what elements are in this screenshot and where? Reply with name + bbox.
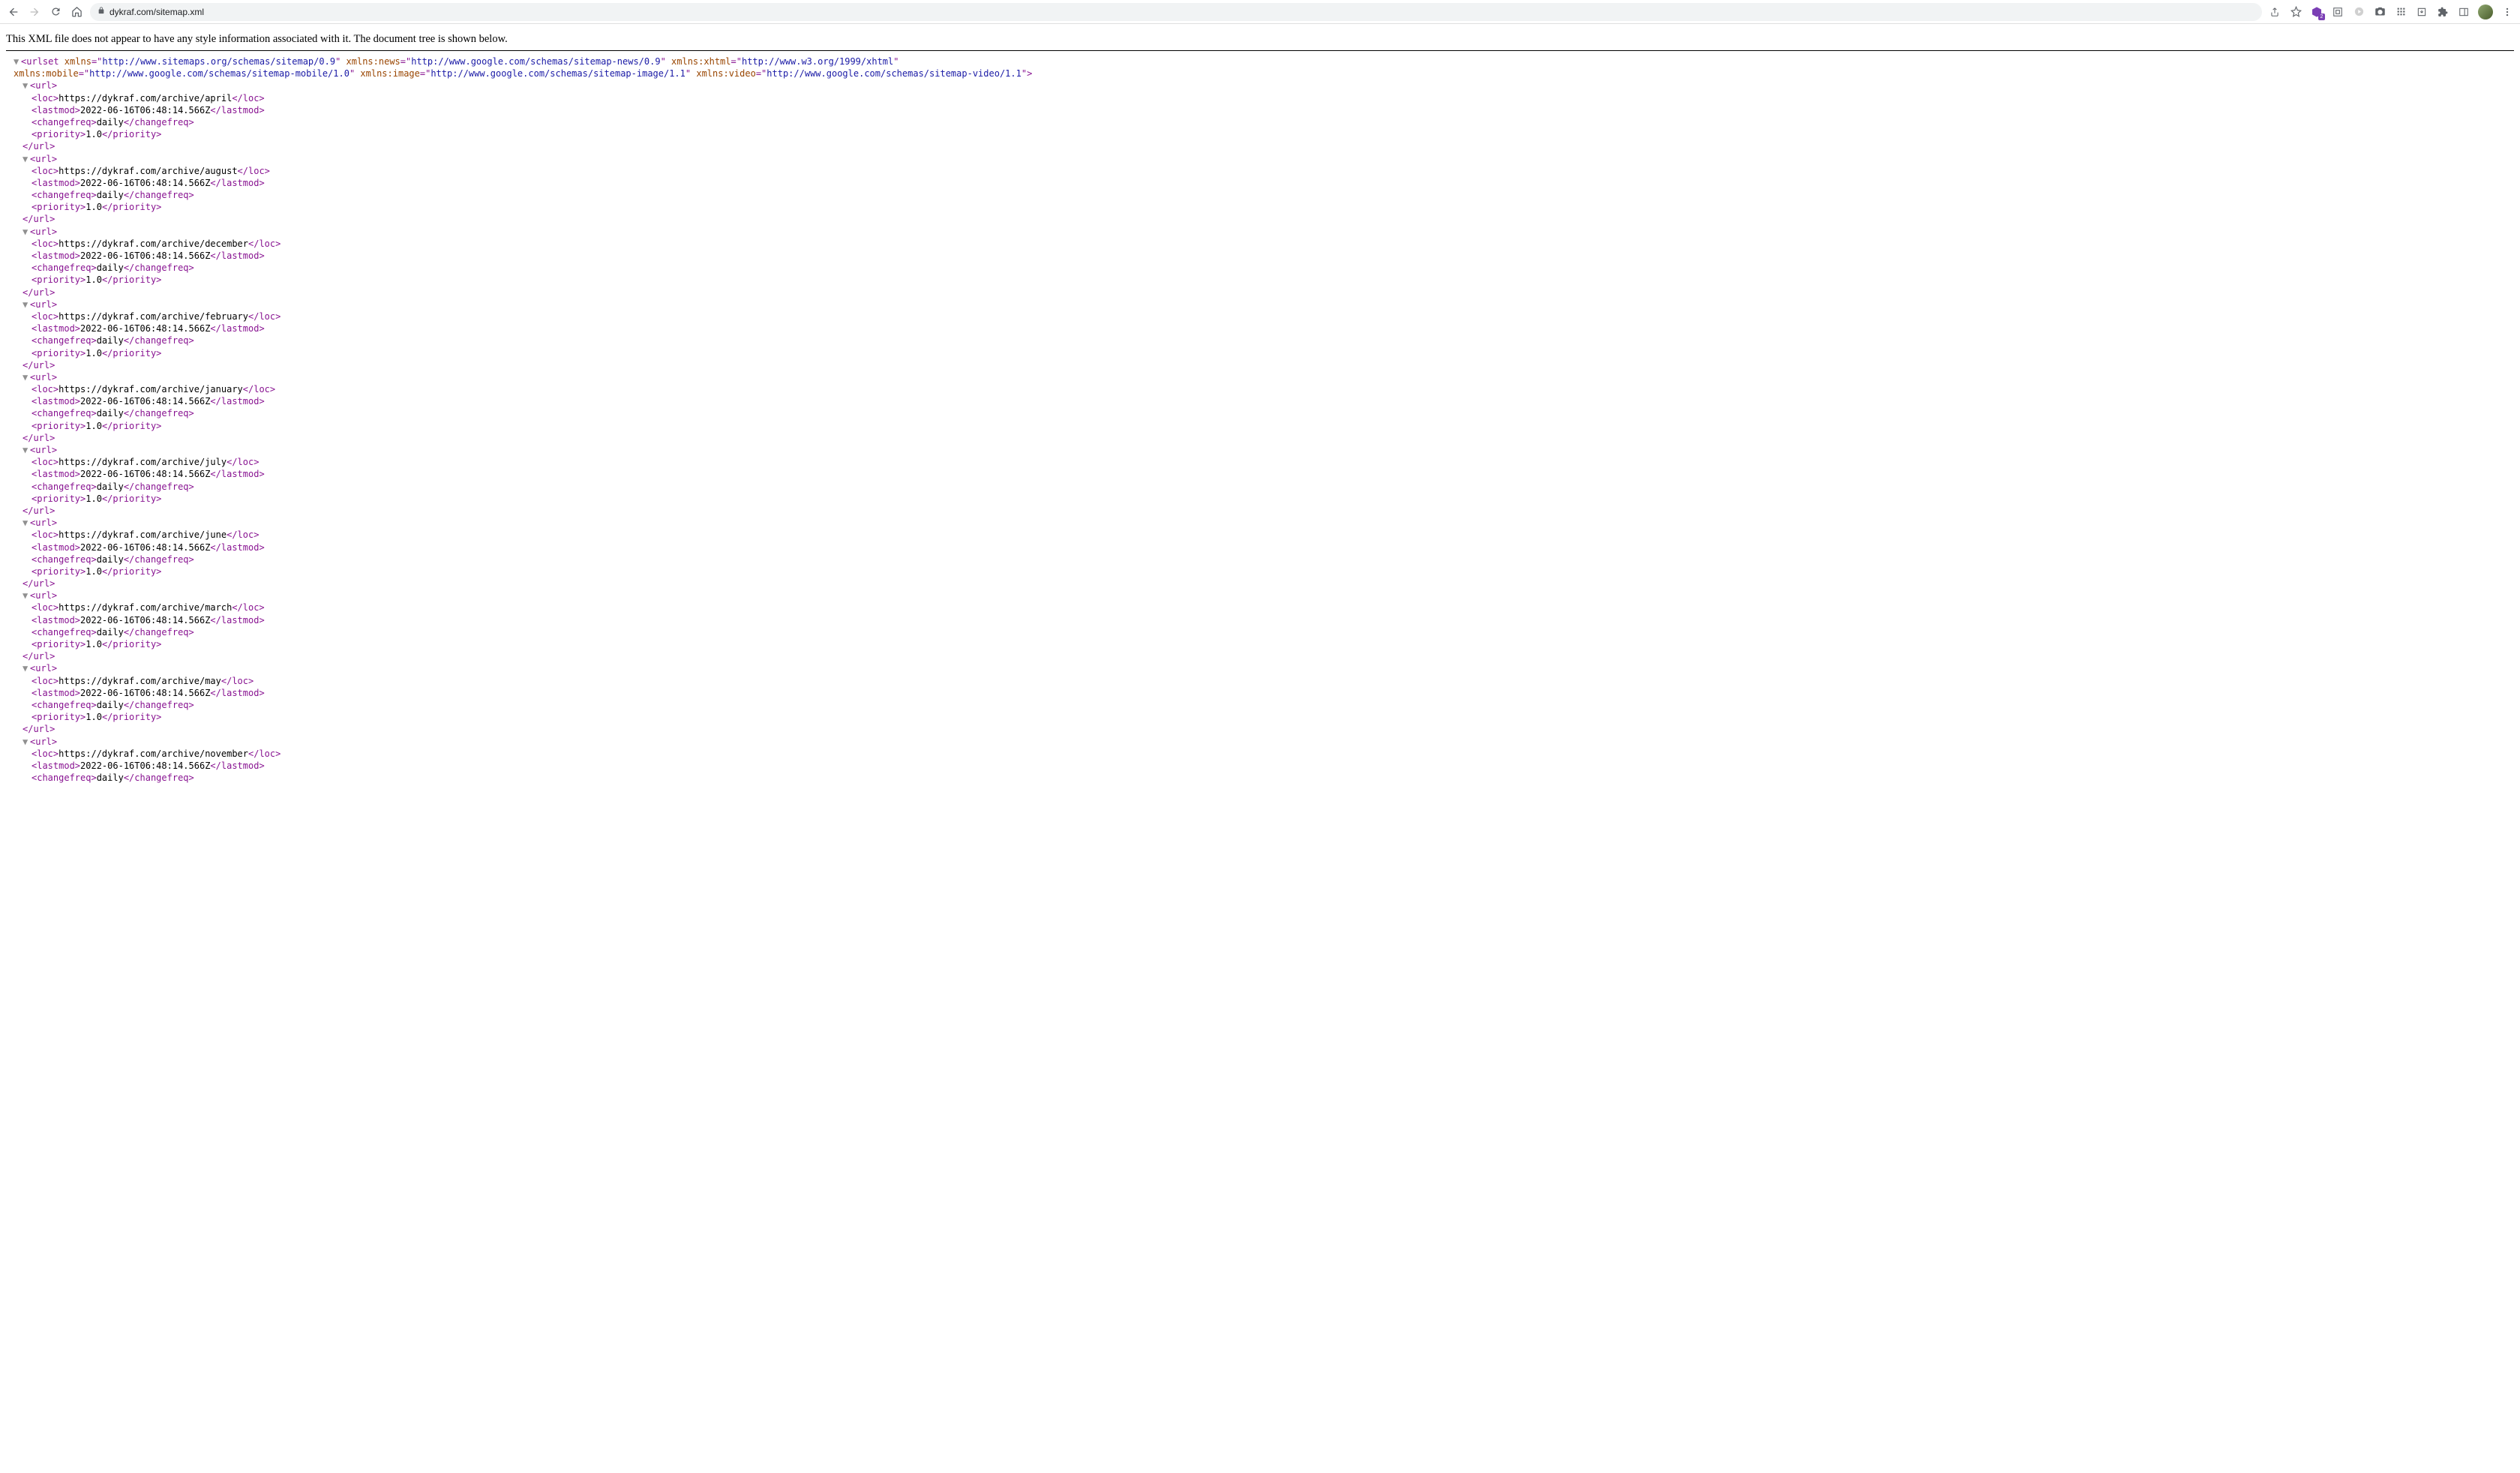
url-loc: https://dykraf.com/archive/july — [58, 457, 226, 467]
collapse-caret[interactable]: ▼ — [22, 226, 30, 238]
url-priority: 1.0 — [86, 712, 102, 722]
url-changefreq: daily — [97, 262, 124, 273]
url-lastmod: 2022-06-16T06:48:14.566Z — [80, 542, 210, 553]
profile-avatar[interactable] — [2478, 4, 2493, 20]
camera-icon[interactable] — [2373, 5, 2386, 19]
url-priority: 1.0 — [86, 348, 102, 358]
home-button[interactable] — [69, 4, 84, 20]
url-loc: https://dykraf.com/archive/april — [58, 93, 232, 104]
url-lastmod: 2022-06-16T06:48:14.566Z — [80, 396, 210, 406]
collapse-caret[interactable]: ▼ — [22, 153, 30, 165]
url-changefreq: daily — [97, 700, 124, 710]
url-changefreq: daily — [97, 335, 124, 346]
url-priority: 1.0 — [86, 274, 102, 285]
page-content: This XML file does not appear to have an… — [0, 24, 2520, 790]
extensions-icon[interactable] — [2436, 5, 2450, 19]
menu-icon[interactable] — [2500, 5, 2514, 19]
url-priority: 1.0 — [86, 566, 102, 577]
collapse-caret[interactable]: ▼ — [14, 56, 21, 68]
bookmark-star-icon[interactable] — [2289, 5, 2302, 19]
collapse-caret[interactable]: ▼ — [22, 80, 30, 92]
back-button[interactable] — [6, 4, 21, 20]
url-loc: https://dykraf.com/archive/december — [58, 238, 248, 249]
url-loc: https://dykraf.com/archive/november — [58, 748, 248, 759]
install-icon[interactable] — [2415, 5, 2428, 19]
reload-button[interactable] — [48, 4, 63, 20]
url-lastmod: 2022-06-16T06:48:14.566Z — [80, 105, 210, 116]
url-changefreq: daily — [97, 554, 124, 565]
url-priority: 1.0 — [86, 421, 102, 431]
extension-circle-icon[interactable] — [2352, 5, 2366, 19]
url-lastmod: 2022-06-16T06:48:14.566Z — [80, 250, 210, 261]
url-priority: 1.0 — [86, 639, 102, 650]
url-loc: https://dykraf.com/archive/march — [58, 602, 232, 613]
url-priority: 1.0 — [86, 202, 102, 212]
url-lastmod: 2022-06-16T06:48:14.566Z — [80, 760, 210, 771]
extension-box-icon[interactable] — [2331, 5, 2344, 19]
url-loc: https://dykraf.com/archive/january — [58, 384, 243, 394]
grid-icon[interactable] — [2394, 5, 2408, 19]
collapse-caret[interactable]: ▼ — [22, 662, 30, 674]
xml-tree: ▼<urlset xmlns="http://www.sitemaps.org/… — [6, 56, 2514, 784]
url-loc: https://dykraf.com/archive/august — [58, 166, 237, 176]
url-changefreq: daily — [97, 408, 124, 418]
toolbar-right: 2 — [2268, 4, 2514, 20]
url-loc: https://dykraf.com/archive/may — [58, 676, 221, 686]
lock-icon — [98, 6, 105, 17]
url-lastmod: 2022-06-16T06:48:14.566Z — [80, 178, 210, 188]
url-changefreq: daily — [97, 627, 124, 638]
collapse-caret[interactable]: ▼ — [22, 517, 30, 529]
url-priority: 1.0 — [86, 494, 102, 504]
browser-toolbar: dykraf.com/sitemap.xml 2 — [0, 0, 2520, 24]
url-lastmod: 2022-06-16T06:48:14.566Z — [80, 615, 210, 626]
url-changefreq: daily — [97, 482, 124, 492]
separator — [6, 50, 2514, 51]
url-changefreq: daily — [97, 772, 124, 783]
xml-style-message: This XML file does not appear to have an… — [6, 30, 2514, 50]
url-lastmod: 2022-06-16T06:48:14.566Z — [80, 469, 210, 479]
collapse-caret[interactable]: ▼ — [22, 371, 30, 383]
url-lastmod: 2022-06-16T06:48:14.566Z — [80, 688, 210, 698]
url-lastmod: 2022-06-16T06:48:14.566Z — [80, 323, 210, 334]
extension-icon[interactable]: 2 — [2310, 5, 2324, 19]
sidepanel-icon[interactable] — [2457, 5, 2470, 19]
url-loc: https://dykraf.com/archive/june — [58, 530, 226, 540]
url-changefreq: daily — [97, 190, 124, 200]
url-priority: 1.0 — [86, 129, 102, 140]
forward-button[interactable] — [27, 4, 42, 20]
url-loc: https://dykraf.com/archive/february — [58, 311, 248, 322]
collapse-caret[interactable]: ▼ — [22, 736, 30, 748]
collapse-caret[interactable]: ▼ — [22, 590, 30, 602]
url-changefreq: daily — [97, 117, 124, 128]
collapse-caret[interactable]: ▼ — [22, 444, 30, 456]
collapse-caret[interactable]: ▼ — [22, 298, 30, 310]
share-icon[interactable] — [2268, 5, 2282, 19]
url-text: dykraf.com/sitemap.xml — [110, 7, 204, 17]
address-bar[interactable]: dykraf.com/sitemap.xml — [90, 3, 2262, 21]
